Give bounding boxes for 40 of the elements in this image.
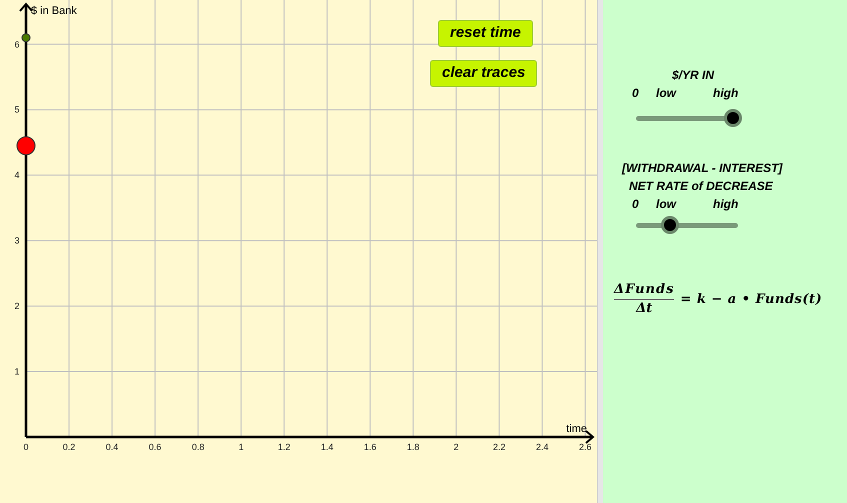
data-point[interactable] bbox=[16, 136, 36, 156]
x-tick-label: 2.4 bbox=[536, 442, 548, 452]
equation-right-side: = k − a • Funds(t) bbox=[680, 290, 822, 309]
x-tick-label: 1.4 bbox=[320, 442, 334, 452]
x-tick-label: 2.6 bbox=[578, 442, 592, 452]
x-tick-label: 2 bbox=[454, 442, 459, 452]
y-axis-label: $ in Bank bbox=[31, 5, 77, 17]
slider-title: [WITHDRAWAL - INTEREST] bbox=[622, 160, 782, 177]
slider-low-label: low bbox=[656, 196, 678, 213]
y-tick-label: 5 bbox=[14, 104, 20, 115]
y-tick-label: 2 bbox=[14, 301, 20, 312]
slider-title: NET RATE of DECREASE bbox=[628, 178, 773, 195]
slider-title: $/YR IN bbox=[671, 67, 714, 84]
slider-low-label: low bbox=[656, 85, 678, 102]
clear-traces-button[interactable]: clear traces bbox=[430, 60, 538, 87]
y-tick-label: 3 bbox=[14, 236, 20, 246]
data-point[interactable] bbox=[22, 33, 30, 42]
slider-thumb[interactable] bbox=[660, 216, 679, 234]
x-tick-label: 1.8 bbox=[406, 442, 420, 452]
reset-time-button[interactable]: reset time bbox=[438, 20, 533, 47]
x-tick-label: 0.2 bbox=[62, 442, 76, 452]
x-tick-label: 1.6 bbox=[364, 442, 376, 452]
slider-zero-label: 0 bbox=[632, 85, 640, 102]
equation-numerator: ΔFunds bbox=[614, 282, 674, 298]
y-tick-label: 6 bbox=[14, 39, 20, 50]
x-tick-label: 2.2 bbox=[492, 442, 506, 452]
x-tick-label: 0.6 bbox=[148, 442, 162, 452]
y-tick-label: 1 bbox=[14, 366, 20, 377]
slider-zero-label: 0 bbox=[632, 196, 640, 213]
x-tick-label: 0 bbox=[24, 442, 28, 452]
equation-denominator: Δt bbox=[636, 301, 652, 317]
x-tick-label: 0.4 bbox=[106, 442, 118, 452]
x-axis-label: time bbox=[566, 423, 587, 435]
slider-thumb[interactable] bbox=[724, 109, 742, 127]
x-tick-label: 1 bbox=[238, 442, 244, 452]
slider-high-label: high bbox=[713, 85, 738, 102]
x-tick-label: 0.8 bbox=[192, 442, 204, 452]
x-tick-label: 1.2 bbox=[278, 442, 290, 452]
slider-high-label: high bbox=[713, 196, 738, 213]
y-tick-label: 4 bbox=[14, 170, 20, 180]
